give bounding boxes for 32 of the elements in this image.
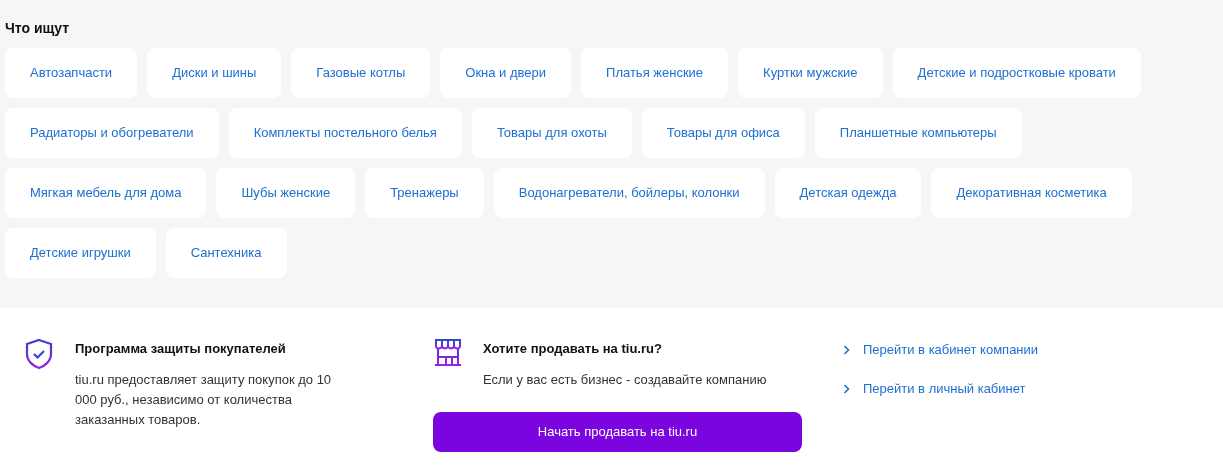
search-tag[interactable]: Товары для охоты [471,108,632,158]
section-title: Что ищут [5,19,71,38]
shield-check-icon [24,338,54,370]
search-tag[interactable]: Водонагреватели, бойлеры, колонки [493,168,765,218]
sell-title: Хотите продавать на tiu.ru? [483,340,663,358]
search-tag[interactable]: Детская одежда [774,168,922,218]
search-tag[interactable]: Сантехника [165,228,287,278]
start-selling-button[interactable]: Начать продавать на tiu.ru [433,412,802,452]
search-tag[interactable]: Диски и шины [147,48,282,98]
storefront-icon [432,336,464,368]
search-tag[interactable]: Шубы женские [216,168,356,218]
chevron-right-icon [843,345,850,355]
search-tag[interactable]: Детские и подростковые кровати [892,48,1141,98]
search-tag[interactable]: Газовые котлы [291,48,431,98]
protection-text: tiu.ru предоставляет защиту покупок до 10 000 руб., независимо от количества заказанных товаров. [75,371,333,429]
search-tag[interactable]: Тренажеры [365,168,484,218]
search-tag[interactable]: Комплекты постельного белья [228,108,462,158]
search-tag[interactable]: Радиаторы и обогреватели [5,108,219,158]
search-tag[interactable]: Окна и двери [440,48,572,98]
search-tag[interactable]: Автозапчасти [5,48,138,98]
protection-title: Программа защиты покупателей [75,340,287,358]
sell-text: Если у вас есть бизнес - создавайте компанию [483,371,767,389]
search-tag[interactable]: Товары для офиса [641,108,805,158]
chevron-right-icon [843,384,850,394]
account-link[interactable]: Перейти в личный кабинет [863,379,1026,399]
search-tag[interactable]: Куртки мужские [738,48,883,98]
search-tag[interactable]: Планшетные компьютеры [814,108,1022,158]
search-tag[interactable]: Платья женские [581,48,729,98]
search-tag[interactable]: Декоративная косметика [931,168,1132,218]
search-tag[interactable]: Мягкая мебель для дома [5,168,207,218]
search-tag[interactable]: Детские игрушки [5,228,156,278]
account-link[interactable]: Перейти в кабинет компании [863,340,1039,360]
